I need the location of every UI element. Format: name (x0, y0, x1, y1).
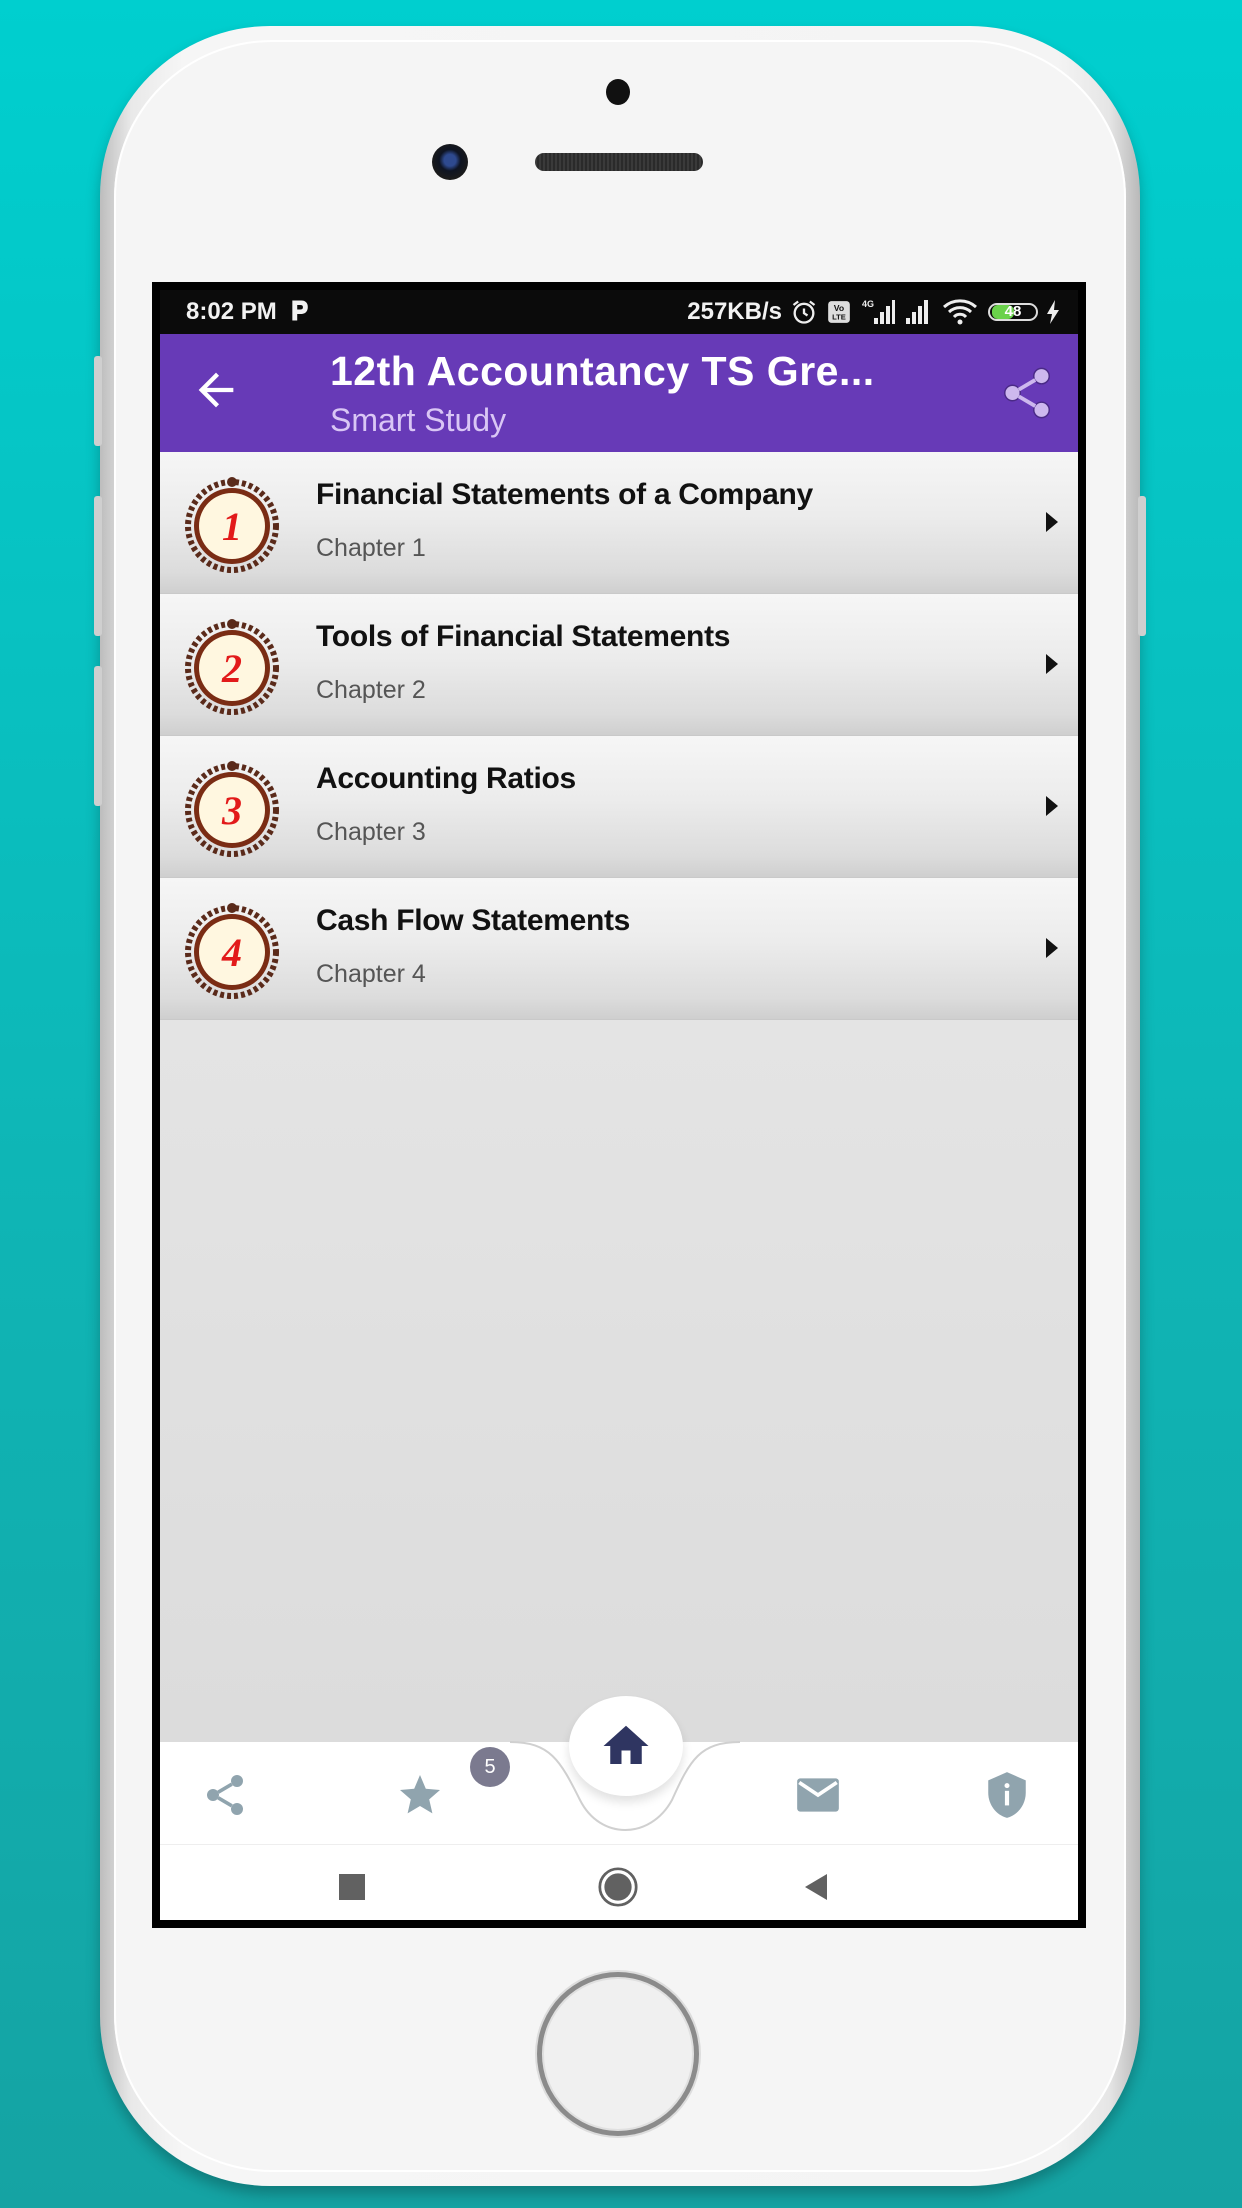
chapter-title: Financial Statements of a Company (316, 478, 813, 511)
chevron-right-icon (1046, 796, 1058, 816)
nav-mail-button[interactable] (783, 1760, 853, 1830)
svg-text:LTE: LTE (832, 313, 846, 322)
app-bar: 12th Accountancy TS Gre... Smart Study (160, 334, 1078, 452)
chapter-subtitle: Chapter 1 (316, 534, 426, 562)
nav-info-button[interactable] (972, 1760, 1042, 1830)
chapter-number: 1 (222, 504, 242, 549)
chapter-number: 2 (221, 646, 242, 691)
share-icon (207, 1775, 243, 1815)
page-title: 12th Accountancy TS Gre... (330, 348, 875, 394)
home-circle-icon (598, 1867, 638, 1907)
volte-icon: Vo LTE (828, 301, 850, 323)
front-camera (432, 144, 468, 180)
chapter-number-badge-icon: 4 (185, 903, 279, 999)
chevron-right-icon (1046, 938, 1058, 958)
network-speed: 257KB/s (687, 298, 782, 325)
chapter-number-badge-icon: 2 (185, 619, 279, 715)
svg-text:4G: 4G (862, 299, 874, 309)
mail-icon (797, 1778, 839, 1812)
chapter-list: 1 Financial Statements of a Company Chap… (160, 452, 1078, 1020)
chapter-item-4[interactable]: 4 Cash Flow Statements Chapter 4 (160, 878, 1078, 1020)
home-fab-button[interactable] (569, 1696, 683, 1796)
hardware-home-button[interactable] (537, 1972, 699, 2136)
chapter-number: 4 (221, 930, 242, 975)
status-bar: 8:02 PM 𝐏 257KB/s Vo LTE 4G 48 (160, 290, 1078, 334)
battery-indicator: 48 (988, 303, 1038, 321)
battery-level: 48 (1004, 303, 1022, 320)
share-icon[interactable] (998, 364, 1056, 422)
volume-down-button (94, 666, 102, 806)
chapter-item-2[interactable]: 2 Tools of Financial Statements Chapter … (160, 594, 1078, 736)
alarm-icon (792, 300, 816, 324)
wifi-icon (943, 299, 977, 325)
recents-square-icon (339, 1874, 365, 1900)
svg-text:Vo: Vo (834, 303, 844, 313)
chevron-right-icon (1046, 512, 1058, 532)
page-subtitle: Smart Study (330, 402, 507, 438)
info-shield-icon (988, 1772, 1026, 1818)
home-icon (603, 1725, 649, 1764)
system-home-button[interactable] (598, 1867, 638, 1907)
p-icon: 𝐏 (290, 296, 309, 326)
chapter-subtitle: Chapter 2 (316, 676, 426, 704)
chapter-title: Tools of Financial Statements (316, 620, 731, 653)
status-time: 8:02 PM (186, 298, 277, 325)
chapter-number: 3 (221, 788, 242, 833)
nav-share-button[interactable] (190, 1760, 260, 1830)
chapter-item-3[interactable]: 3 Accounting Ratios Chapter 3 (160, 736, 1078, 878)
chapter-subtitle: Chapter 3 (316, 818, 426, 846)
chevron-right-icon (1046, 654, 1058, 674)
charging-icon (1047, 300, 1059, 324)
power-button (1138, 496, 1146, 636)
earpiece-speaker (535, 153, 703, 171)
chapter-subtitle: Chapter 4 (316, 960, 426, 988)
app-screen: 8:02 PM 𝐏 257KB/s Vo LTE 4G 48 12th Acco… (160, 290, 1078, 1920)
chapter-title: Cash Flow Statements (316, 904, 631, 937)
nav-favorites-button[interactable] (385, 1760, 455, 1830)
chapter-number-badge-icon: 3 (185, 761, 279, 857)
phone-screen: 8:02 PM 𝐏 257KB/s Vo LTE 4G 48 12th Acco… (152, 282, 1086, 1928)
chapter-item-1[interactable]: 1 Financial Statements of a Company Chap… (160, 452, 1078, 594)
star-icon (400, 1775, 440, 1814)
system-back-button[interactable] (796, 1867, 836, 1907)
recents-button[interactable] (332, 1867, 372, 1907)
mute-switch (94, 356, 102, 446)
arrow-left-icon[interactable] (190, 364, 242, 416)
volume-up-button (94, 496, 102, 636)
favorites-count-badge: 5 (470, 1747, 510, 1787)
chapter-number-badge-icon: 1 (185, 477, 279, 573)
system-navigation-bar (160, 1844, 1078, 1920)
4g-signal-icon: 4G (862, 299, 895, 324)
chapter-title: Accounting Ratios (316, 762, 576, 795)
proximity-sensor (606, 79, 630, 105)
back-triangle-icon (805, 1874, 827, 1900)
signal-icon (906, 300, 928, 324)
